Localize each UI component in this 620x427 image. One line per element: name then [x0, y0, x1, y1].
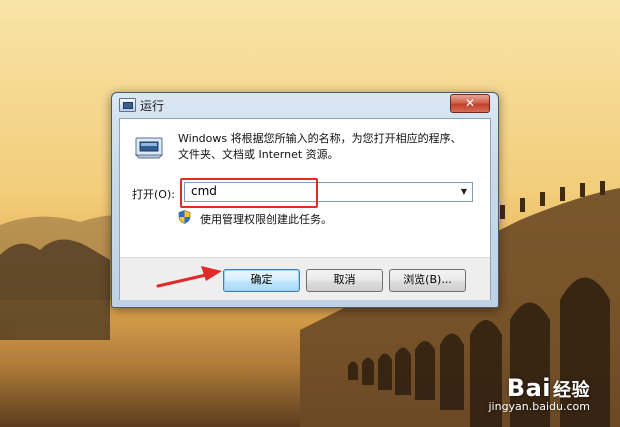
close-button[interactable]: ✕: [450, 94, 490, 113]
watermark-logo-text: Bai: [506, 374, 551, 402]
baidu-watermark: Bai 经验 jingyan.baidu.com: [488, 374, 590, 413]
run-dialog: 运行 ✕ Windows 将根据您所输入的名称，为您打开相应的程序、 文件夹、文…: [111, 92, 499, 308]
dialog-button-bar: 确定 取消 浏览(B)...: [120, 257, 490, 300]
close-icon: ✕: [464, 96, 476, 110]
dropdown-arrow-icon[interactable]: ▼: [456, 183, 472, 201]
window-title: 运行: [140, 99, 165, 113]
description-line-1: Windows 将根据您所输入的名称，为您打开相应的程序、: [178, 132, 462, 145]
shield-icon: [178, 210, 191, 224]
annotation-highlight-box: [180, 178, 318, 208]
watermark-logo-suffix: 经验: [553, 380, 590, 401]
open-label: 打开(O):: [132, 188, 175, 201]
dialog-description: Windows 将根据您所输入的名称，为您打开相应的程序、 文件夹、文档或 In…: [178, 131, 478, 163]
run-app-icon: [119, 98, 136, 112]
admin-privilege-note: 使用管理权限创建此任务。: [200, 213, 332, 226]
cancel-button[interactable]: 取消: [306, 269, 383, 292]
watermark-logo: Bai 经验: [488, 374, 590, 402]
run-icon: [135, 137, 163, 159]
dialog-body: Windows 将根据您所输入的名称，为您打开相应的程序、 文件夹、文档或 In…: [119, 118, 491, 300]
watermark-url: jingyan.baidu.com: [488, 400, 590, 413]
description-line-2: 文件夹、文档或 Internet 资源。: [178, 148, 339, 161]
browse-button[interactable]: 浏览(B)...: [389, 269, 466, 292]
ok-button[interactable]: 确定: [223, 269, 300, 292]
title-bar[interactable]: 运行 ✕: [112, 93, 498, 117]
